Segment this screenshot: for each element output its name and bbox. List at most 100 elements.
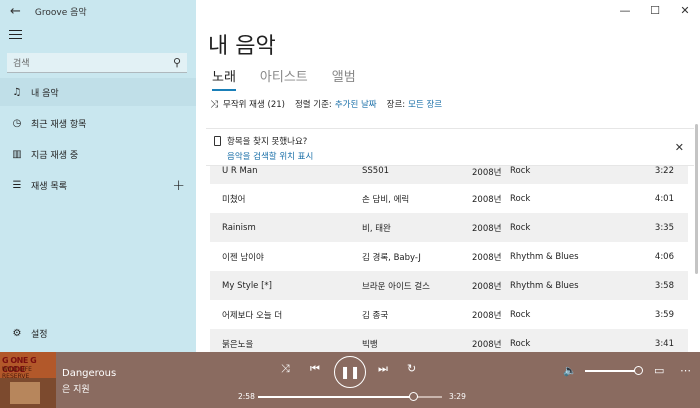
now-playing-title[interactable]: Dangerous <box>62 368 116 379</box>
notice-question: 항목을 찾지 못했나요? <box>227 137 308 147</box>
sidebar-item-settings[interactable]: ⚙ 설정 <box>0 319 196 347</box>
seek-bar-fill <box>258 396 415 398</box>
genre-value[interactable]: 모든 장르 <box>408 98 442 110</box>
scrollbar[interactable] <box>695 124 698 274</box>
song-length: 4:06 <box>654 251 674 262</box>
minimize-icon[interactable]: — <box>610 0 640 22</box>
song-title: 어제보다 오늘 더 <box>222 310 283 321</box>
pause-icon: ❚❚ <box>339 365 361 379</box>
song-length: 3:22 <box>654 166 674 176</box>
table-row[interactable]: My Style [*] 브라운 아이드 걸스 2008년 Rhythm & B… <box>210 271 688 300</box>
album-art-subtext: WILD LIFE RESERVE <box>2 366 32 380</box>
mini-player-icon[interactable]: ▭ <box>654 364 664 377</box>
sidebar-item-label: 최근 재생 항목 <box>31 119 87 130</box>
clock-icon: ◷ <box>12 117 22 129</box>
sort-value[interactable]: 추가된 날짜 <box>335 98 377 110</box>
sort-dropdown[interactable]: 정렬 기준: 추가된 날짜 <box>295 98 377 110</box>
song-artist: 브라운 아이드 걸스 <box>362 281 430 292</box>
seek-bar-handle[interactable] <box>409 392 419 401</box>
close-icon[interactable]: ✕ <box>670 0 700 22</box>
song-length: 3:59 <box>654 309 674 320</box>
search-input[interactable]: 검색 ⚲ <box>7 53 187 73</box>
sidebar-item-playlists[interactable]: ☰ 재생 목록 + <box>0 171 196 199</box>
list-icon: ☰ <box>12 179 22 191</box>
song-year: 2008년 <box>472 339 502 350</box>
song-list: U R Man SS501 2008년 Rock 3:22 미쳤어 손 담비, … <box>210 166 688 352</box>
song-title: 미쳤어 <box>222 194 246 205</box>
song-artist: 손 담비, 에릭 <box>362 194 410 205</box>
table-row[interactable]: 미쳤어 손 담비, 에릭 2008년 Rock 4:01 <box>210 184 688 213</box>
current-time: 2:58 <box>238 392 255 401</box>
pause-button[interactable]: ❚❚ <box>334 356 366 388</box>
song-title: 붉은노을 <box>222 339 254 350</box>
table-row[interactable]: Rainism 비, 태완 2008년 Rock 3:35 <box>210 213 688 242</box>
tab-albums[interactable]: 앨범 <box>332 66 356 89</box>
repeat-icon[interactable]: ↻ <box>407 362 416 375</box>
player-bar: G ONE G CODE WILD LIFE RESERVE Dangerous… <box>0 352 700 408</box>
sidebar-item-my-music[interactable]: ♫ 내 음악 <box>0 78 196 106</box>
device-icon <box>214 136 221 146</box>
song-year: 2008년 <box>472 194 502 205</box>
song-genre: Rhythm & Blues <box>510 251 579 262</box>
next-icon[interactable]: ⏭ <box>378 362 388 376</box>
bars-icon: ▥ <box>12 148 22 160</box>
main-content: — ☐ ✕ 내 음악 노래 아티스트 앨범 ⤨ 무작위 재생 (21) 정렬 기… <box>196 0 700 352</box>
sidebar-item-label: 재생 목록 <box>31 181 67 192</box>
song-genre: Rhythm & Blues <box>510 280 579 291</box>
song-genre: Rock <box>510 222 531 233</box>
table-row[interactable]: U R Man SS501 2008년 Rock 3:22 <box>210 166 688 184</box>
song-length: 3:35 <box>654 222 674 233</box>
seek-bar[interactable] <box>258 392 442 401</box>
volume-icon[interactable]: 🔈 <box>563 364 577 377</box>
shuffle-icon[interactable]: ⤨ <box>281 362 290 376</box>
song-title: U R Man <box>222 166 258 176</box>
table-row[interactable]: 붉은노을 빅뱅 2008년 Rock 3:41 <box>210 329 688 352</box>
volume-handle[interactable] <box>634 366 643 375</box>
song-year: 2008년 <box>472 281 502 292</box>
sidebar-item-label: 지금 재생 중 <box>31 150 79 161</box>
sidebar-item-label: 내 음악 <box>31 88 59 99</box>
genre-prefix: 장르: <box>386 100 406 110</box>
song-year: 2008년 <box>472 223 502 234</box>
search-icon[interactable]: ⚲ <box>173 56 181 69</box>
song-genre: Rock <box>510 309 531 320</box>
close-icon[interactable]: ✕ <box>675 141 684 154</box>
maximize-icon[interactable]: ☐ <box>640 0 670 22</box>
hamburger-menu-icon[interactable] <box>9 30 22 42</box>
tab-songs[interactable]: 노래 <box>212 66 236 91</box>
sort-prefix: 정렬 기준: <box>294 100 332 110</box>
song-artist: 김 종국 <box>362 310 389 321</box>
back-arrow-icon[interactable]: ← <box>10 5 21 18</box>
sidebar-item-recent[interactable]: ◷ 최근 재생 항목 <box>0 109 196 137</box>
song-length: 3:58 <box>654 280 674 291</box>
album-art[interactable]: G ONE G CODE WILD LIFE RESERVE <box>0 352 56 408</box>
song-title: Rainism <box>222 222 256 233</box>
previous-icon[interactable]: ⏮ <box>310 362 320 376</box>
genre-dropdown[interactable]: 장르: 모든 장르 <box>387 98 443 110</box>
table-row[interactable]: 이젠 남이야 김 경록, Baby-J 2008년 Rhythm & Blues… <box>210 242 688 271</box>
add-playlist-icon[interactable]: + <box>172 176 185 194</box>
sidebar: ← Groove 음악 검색 ⚲ ♫ 내 음악 ◷ 최근 재생 항목 ▥ 지금 … <box>0 0 196 352</box>
table-row[interactable]: 어제보다 오늘 더 김 종국 2008년 Rock 3:59 <box>210 300 688 329</box>
shuffle-icon: ⤨ <box>210 98 218 110</box>
more-options-icon[interactable]: ⋯ <box>680 364 691 377</box>
now-playing-artist[interactable]: 은 지원 <box>62 382 90 395</box>
app-title: Groove 음악 <box>34 7 87 18</box>
volume-slider[interactable] <box>585 370 641 372</box>
sidebar-item-label: 설정 <box>31 329 48 340</box>
sidebar-item-now-playing[interactable]: ▥ 지금 재생 중 <box>0 140 196 168</box>
song-toolbar: ⤨ 무작위 재생 (21) 정렬 기준: 추가된 날짜 장르: 모든 장르 <box>210 98 452 111</box>
notice-link[interactable]: 음악을 검색할 위치 표시 <box>227 150 686 162</box>
song-artist: SS501 <box>362 166 390 176</box>
song-title: 이젠 남이야 <box>222 252 264 263</box>
page-title: 내 음악 <box>208 34 276 59</box>
music-note-icon: ♫ <box>12 86 22 98</box>
song-artist: 빅뱅 <box>362 339 378 350</box>
shuffle-label: 무작위 재생 (21) <box>223 100 285 110</box>
missing-music-notice: 항목을 찾지 못했나요? 음악을 검색할 위치 표시 ✕ <box>206 128 694 166</box>
tab-artists[interactable]: 아티스트 <box>260 66 308 89</box>
window-controls: — ☐ ✕ <box>610 0 700 22</box>
song-year: 2008년 <box>472 310 502 321</box>
gear-icon: ⚙ <box>12 327 22 339</box>
shuffle-all-button[interactable]: ⤨ 무작위 재생 (21) <box>210 98 285 111</box>
